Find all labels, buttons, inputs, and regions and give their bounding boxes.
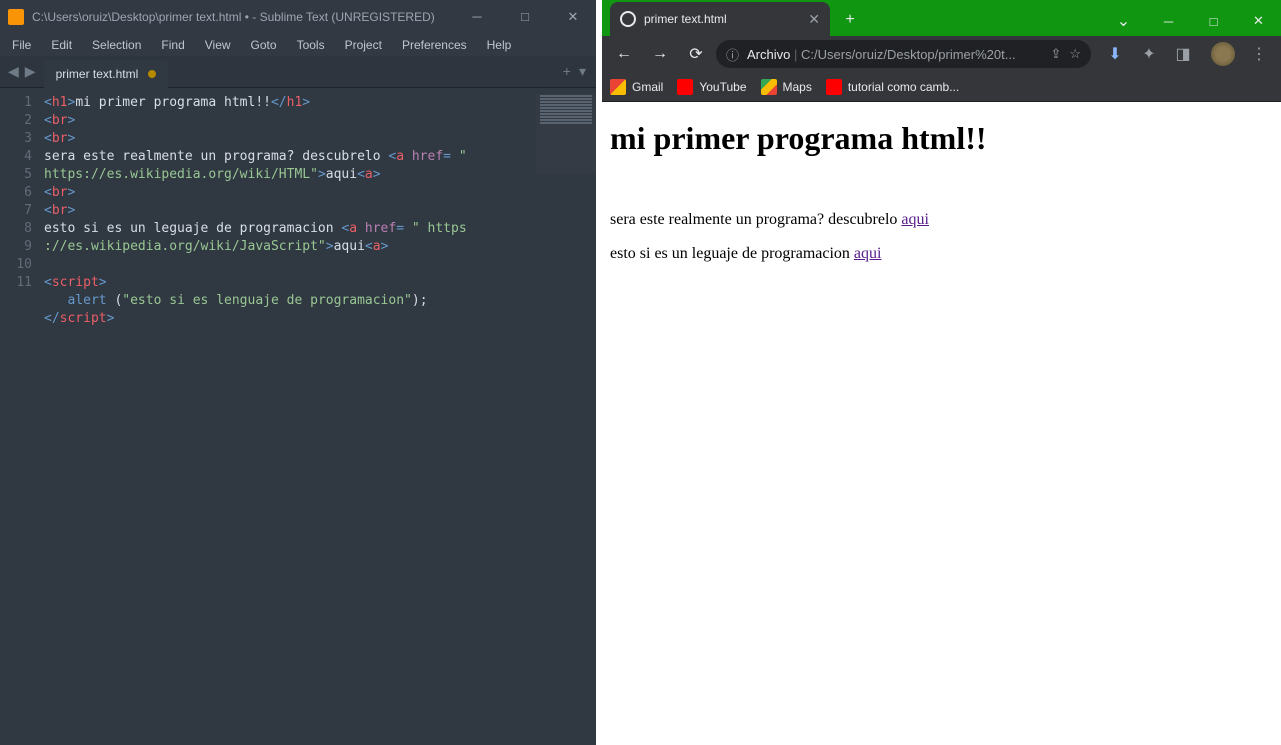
nav-buttons: ◀ ▶ [0,63,44,80]
chrome-toolbar: ← → ⟳ ⓘ Archivo | C:/Users/oruiz/Desktop… [602,36,1281,72]
close-button[interactable]: ✕ [558,9,588,25]
menu-icon[interactable]: ⋮ [1243,38,1275,70]
info-icon: ⓘ [726,45,739,64]
sublime-title-text: C:\Users\oruiz\Desktop\primer text.html … [32,10,462,24]
page-paragraph-1: sera este realmente un programa? descubr… [610,211,1273,229]
download-extension-icon[interactable]: ⬇ [1099,38,1131,70]
omnibox[interactable]: ⓘ Archivo | C:/Users/oruiz/Desktop/prime… [716,40,1091,68]
bookmark-tutorial[interactable]: tutorial como camb... [826,79,959,95]
chrome-tabbar: primer text.html ✕ + ⌄ ─ □ ✕ [602,0,1281,36]
omnibox-text: Archivo | C:/Users/oruiz/Desktop/primer%… [747,47,1042,62]
menu-help[interactable]: Help [479,36,520,54]
link-aqui-1[interactable]: aqui [901,211,929,228]
tab-dropdown-icon[interactable]: ▾ [579,63,586,80]
maximize-button[interactable]: □ [1191,6,1236,36]
maps-icon [761,79,777,95]
chevron-down-icon[interactable]: ⌄ [1101,6,1146,36]
editor-body: 1 2 3 4 5 6 7 8 9 10 11 <h1>mi primer pr… [0,88,596,745]
sublime-menubar: File Edit Selection Find View Goto Tools… [0,34,596,56]
menu-project[interactable]: Project [337,36,390,54]
link-aqui-2[interactable]: aqui [854,245,882,262]
page-favicon-icon [620,11,636,27]
back-button[interactable]: ← [608,38,640,70]
menu-view[interactable]: View [197,36,239,54]
menu-find[interactable]: Find [153,36,192,54]
tab-title: primer text.html [644,12,800,26]
menu-goto[interactable]: Goto [243,36,285,54]
browser-tab[interactable]: primer text.html ✕ [610,2,830,36]
file-tab[interactable]: primer text.html [44,60,169,88]
menu-selection[interactable]: Selection [84,36,149,54]
line-gutter: 1 2 3 4 5 6 7 8 9 10 11 [0,88,44,745]
menu-preferences[interactable]: Preferences [394,36,475,54]
chrome-window-controls: ⌄ ─ □ ✕ [1101,6,1281,36]
youtube-icon [677,79,693,95]
menu-edit[interactable]: Edit [43,36,80,54]
window-controls: ─ □ ✕ [462,9,588,25]
close-button[interactable]: ✕ [1236,6,1281,36]
bookmark-youtube[interactable]: YouTube [677,79,746,95]
extensions-icon[interactable]: ✦ [1133,38,1165,70]
forward-button[interactable]: → [644,38,676,70]
sidepanel-icon[interactable]: ◨ [1167,38,1199,70]
sublime-titlebar[interactable]: C:\Users\oruiz\Desktop\primer text.html … [0,0,596,34]
sublime-app-icon [8,9,24,25]
share-icon[interactable]: ⇪ [1050,46,1061,62]
youtube-icon [826,79,842,95]
tab-label: primer text.html [56,67,139,81]
page-paragraph-2: esto si es un leguaje de programacion aq… [610,245,1273,263]
bookmark-gmail[interactable]: Gmail [610,79,663,95]
extensions-area: ⬇ ✦ ◨ [1095,38,1203,70]
gmail-icon [610,79,626,95]
profile-avatar[interactable] [1211,42,1235,66]
nav-back-icon[interactable]: ◀ [6,63,21,80]
sublime-tabbar: ◀ ▶ primer text.html + ▾ [0,56,596,88]
code-editor[interactable]: <h1>mi primer programa html!!</h1><br><b… [44,88,596,745]
nav-forward-icon[interactable]: ▶ [23,63,38,80]
page-heading: mi primer programa html!! [610,120,1273,157]
menu-file[interactable]: File [4,36,39,54]
modified-indicator-icon [148,70,156,78]
chrome-window: primer text.html ✕ + ⌄ ─ □ ✕ ← → ⟳ ⓘ Arc… [602,0,1281,745]
maximize-button[interactable]: □ [510,9,540,25]
sublime-window: C:\Users\oruiz\Desktop\primer text.html … [0,0,596,745]
minimize-button[interactable]: ─ [1146,6,1191,36]
reload-button[interactable]: ⟳ [680,38,712,70]
minimize-button[interactable]: ─ [462,9,492,25]
page-content: mi primer programa html!! sera este real… [602,102,1281,745]
bookmark-maps[interactable]: Maps [761,79,812,95]
star-icon[interactable]: ☆ [1069,46,1081,62]
tab-close-icon[interactable]: ✕ [808,11,820,28]
minimap[interactable] [536,94,596,174]
tabbar-right: + ▾ [563,63,596,80]
bookmarks-bar: Gmail YouTube Maps tutorial como camb... [602,72,1281,102]
new-tab-button[interactable]: + [836,6,864,34]
menu-tools[interactable]: Tools [289,36,333,54]
new-tab-icon[interactable]: + [563,63,571,80]
